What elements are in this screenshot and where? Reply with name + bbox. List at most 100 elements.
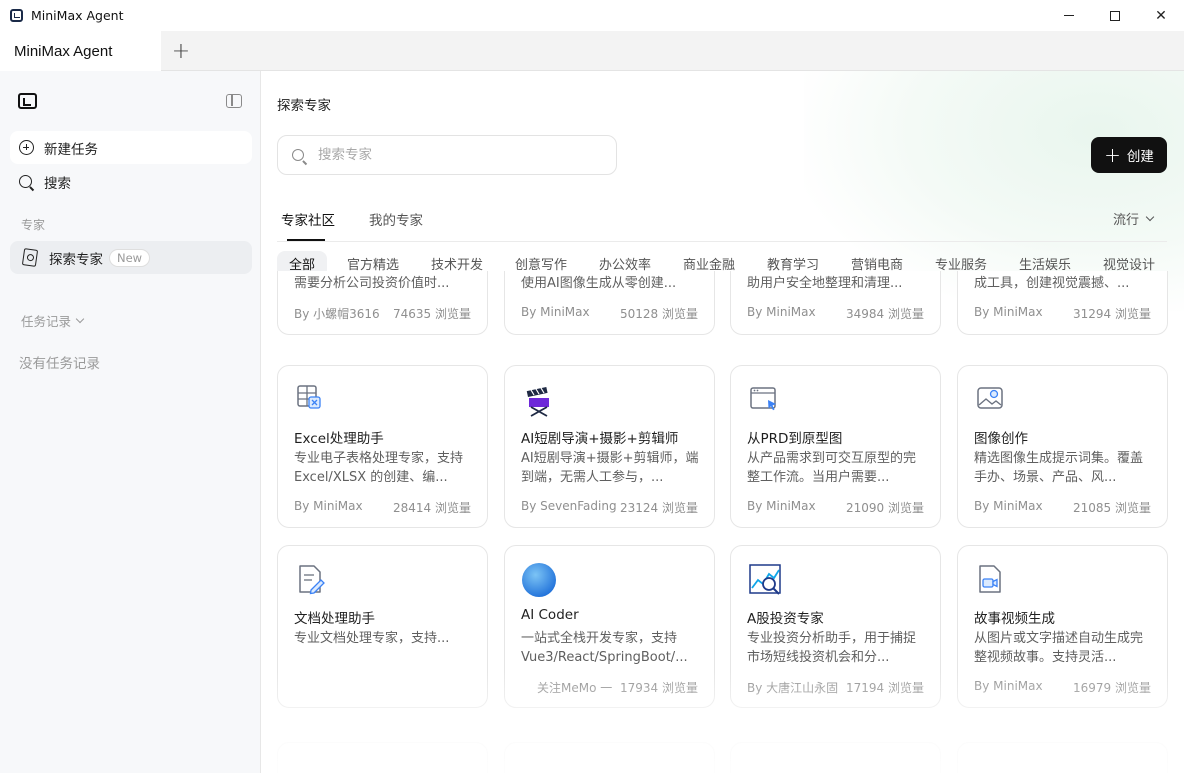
close-button[interactable]: ✕ — [1138, 0, 1184, 31]
card-description: 需要分析公司投资价值时... — [294, 276, 450, 291]
tab-my-experts[interactable]: 我的专家 — [369, 209, 423, 229]
card-title: 图像创作 — [974, 431, 1028, 447]
expert-card[interactable] — [730, 742, 941, 773]
document-edit-icon — [299, 565, 325, 595]
chevron-down-icon — [1145, 212, 1155, 222]
expert-card-prd-prototype[interactable]: 从PRD到原型图 从产品需求到可交互原型的完整工作流。当用户需要... By M… — [730, 365, 941, 528]
window-title: MiniMax Agent — [31, 8, 124, 23]
expert-card[interactable] — [504, 742, 715, 773]
card-views: 21090 浏览量 — [846, 501, 924, 515]
card-views: 17194 浏览量 — [846, 681, 924, 695]
card-views: 34984 浏览量 — [846, 307, 924, 321]
card-title: Excel处理助手 — [294, 431, 384, 447]
card-author: By MiniMax — [974, 679, 1043, 693]
active-tab-underline — [287, 239, 325, 241]
card-views: 31294 浏览量 — [1073, 307, 1151, 321]
card-views: 23124 浏览量 — [620, 501, 698, 515]
card-views: 74635 浏览量 — [393, 307, 471, 321]
sidebar-search-label: 搜索 — [44, 175, 71, 192]
card-author: By MiniMax — [974, 305, 1043, 319]
prototype-icon — [750, 387, 776, 411]
page-title: 探索专家 — [277, 98, 331, 114]
card-author: 关注MeMo 一 — [537, 681, 613, 695]
expert-card-story-video[interactable]: 故事视频生成 从图片或文字描述自动生成完整视频故事。支持灵活... By Min… — [957, 545, 1168, 708]
card-description: 专业投资分析助手，用于捕捉市场短线投资机会和分... — [747, 631, 917, 665]
add-tab-button[interactable]: + — [161, 31, 201, 71]
card-title: AI短剧导演+摄影+剪辑师 — [521, 431, 679, 447]
expert-card[interactable] — [957, 742, 1168, 773]
card-description: 助用户安全地整理和清理... — [747, 276, 903, 291]
ai-avatar-icon — [522, 563, 556, 597]
expert-search-input[interactable] — [318, 147, 588, 163]
expert-card[interactable]: 成工具，创建视觉震撼、... By MiniMax 31294 浏览量 — [957, 271, 1168, 335]
close-icon: ✕ — [1155, 7, 1167, 24]
clapperboard-icon — [526, 386, 549, 417]
task-history-toggle[interactable]: 任务记录 — [21, 311, 85, 330]
sidebar-item-explore-experts[interactable]: 探索专家 New — [10, 241, 252, 274]
card-description: 一站式全栈开发专家，支持Vue3/React/SpringBoot/... — [521, 631, 688, 665]
expert-card[interactable]: 助用户安全地整理和清理... By MiniMax 34984 浏览量 — [730, 271, 941, 335]
card-description: 从产品需求到可交互原型的完整工作流。当用户需要... — [747, 451, 917, 485]
chevron-down-icon — [75, 314, 85, 324]
expert-card-excel[interactable]: Excel处理助手 专业电子表格处理专家，支持 Excel/XLSX 的创建、编… — [277, 365, 488, 528]
card-author: By 大唐江山永固 — [747, 681, 839, 695]
card-description: 成工具，创建视觉震撼、... — [974, 276, 1130, 291]
create-label: 创建 — [1126, 149, 1154, 165]
maximize-icon — [1110, 10, 1120, 21]
card-description: 使用AI图像生成从零创建... — [521, 276, 677, 291]
expert-card-ai-coder[interactable]: AI Coder 一站式全栈开发专家，支持Vue3/React/SpringBo… — [504, 545, 715, 708]
expert-card[interactable]: 需要分析公司投资价值时... By 小螺帽3616 74635 浏览量 — [277, 271, 488, 335]
card-description: 专业文档处理专家，支持... — [294, 631, 450, 646]
card-author: By MiniMax — [974, 499, 1043, 513]
card-title: 文档处理助手 — [294, 611, 375, 627]
minimize-icon — [1064, 15, 1074, 16]
expert-card-image-creation[interactable]: 图像创作 精选图像生成提示词集。覆盖手办、场景、产品、风... By MiniM… — [957, 365, 1168, 528]
expert-icon — [21, 248, 39, 267]
card-description: 从图片或文字描述自动生成完整视频故事。支持灵活... — [974, 631, 1144, 665]
card-author: By 小螺帽3616 — [294, 307, 380, 321]
card-title: 故事视频生成 — [974, 611, 1055, 627]
expert-card[interactable]: 使用AI图像生成从零创建... By MiniMax 50128 浏览量 — [504, 271, 715, 335]
stock-chart-icon — [749, 564, 781, 595]
tab-minimax-agent[interactable]: MiniMax Agent — [0, 31, 161, 71]
sidebar: 新建任务 搜索 专家 探索专家 New 任务记录 没有任务记录 — [0, 71, 261, 773]
expert-card[interactable] — [277, 742, 488, 773]
sidebar-search-button[interactable]: 搜索 — [10, 165, 252, 198]
expert-tabs: 专家社区 我的专家 流行 — [277, 201, 1167, 242]
window-controls: ✕ — [1046, 0, 1184, 31]
card-author: By MiniMax — [294, 499, 363, 513]
expert-card-a-share[interactable]: A股投资专家 专业投资分析助手，用于捕捉市场短线投资机会和分... By 大唐江… — [730, 545, 941, 708]
experts-section-label: 专家 — [21, 218, 46, 232]
card-title: AI Coder — [521, 607, 579, 623]
main-content: 探索专家 + 创建 专家社区 我的专家 流行 全部 官方精选 技术开发 创意写作… — [261, 71, 1184, 773]
search-icon — [292, 149, 304, 161]
new-task-label: 新建任务 — [44, 141, 98, 158]
card-views: 50128 浏览量 — [620, 307, 698, 321]
card-description: 专业电子表格处理专家，支持 Excel/XLSX 的创建、编... — [294, 451, 464, 485]
new-task-button[interactable]: 新建任务 — [10, 131, 252, 164]
card-views: 17934 浏览量 — [620, 681, 698, 695]
task-history-label: 任务记录 — [21, 314, 72, 329]
expert-card-document[interactable]: 文档处理助手 专业文档处理专家，支持... — [277, 545, 488, 708]
card-views: 28414 浏览量 — [393, 501, 471, 515]
card-title: 从PRD到原型图 — [747, 431, 843, 447]
window-titlebar: MiniMax Agent ✕ — [0, 0, 1184, 31]
plus-circle-icon — [19, 140, 34, 155]
expert-card-short-drama[interactable]: AI短剧导演+摄影+剪辑师 AI短剧导演+摄影+剪辑师，端到端，无需人工参与，.… — [504, 365, 715, 528]
new-badge: New — [109, 248, 151, 267]
app-logo-icon — [10, 9, 23, 22]
tab-community[interactable]: 专家社区 — [281, 209, 335, 229]
minimize-button[interactable] — [1046, 0, 1092, 31]
card-description: AI短剧导演+摄影+剪辑师，端到端，无需人工参与，... — [521, 451, 699, 485]
excel-icon — [297, 385, 321, 409]
create-button[interactable]: + 创建 — [1091, 137, 1167, 173]
expert-search-box[interactable] — [277, 135, 617, 175]
sidebar-logo-icon[interactable] — [18, 93, 37, 109]
card-author: By SevenFading — [521, 499, 617, 513]
card-title: A股投资专家 — [747, 611, 824, 627]
explore-experts-label: 探索专家 — [49, 251, 103, 268]
sort-dropdown[interactable]: 流行 — [1113, 209, 1155, 228]
maximize-button[interactable] — [1092, 0, 1138, 31]
sidebar-toggle-icon[interactable] — [226, 94, 242, 108]
video-icon — [979, 565, 1001, 593]
